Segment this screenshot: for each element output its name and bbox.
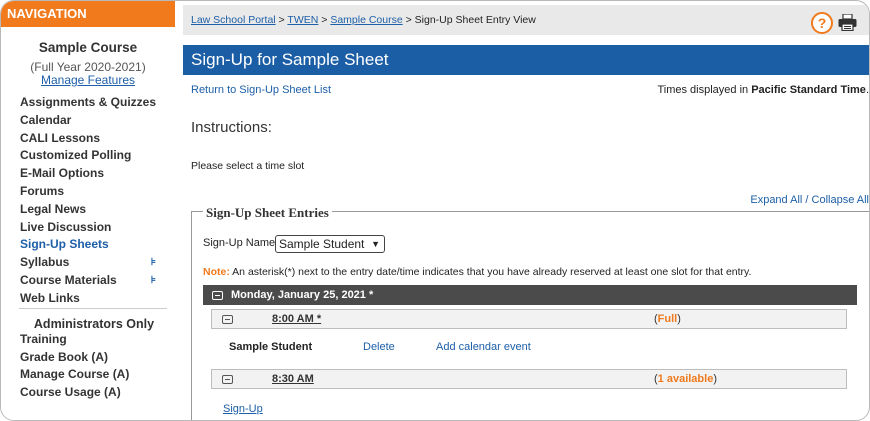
- app-frame: NAVIGATION Sample Course (Full Year 2020…: [0, 0, 870, 421]
- sidebar: NAVIGATION Sample Course (Full Year 2020…: [1, 1, 179, 420]
- sidebar-item-forums[interactable]: Forums: [20, 183, 170, 201]
- nav-list: Assignments & Quizzes Calendar CALI Less…: [20, 94, 170, 308]
- collapse-icon[interactable]: [222, 375, 233, 384]
- sidebar-item-course-usage[interactable]: Course Usage (A): [20, 384, 129, 402]
- manage-features-link[interactable]: Manage Features: [1, 73, 175, 87]
- asterisk-note: Note: An asterisk(*) next to the entry d…: [203, 266, 751, 278]
- tree-icon[interactable]: ⊧: [151, 254, 156, 272]
- slot-status-value: 1 available: [657, 373, 714, 385]
- delete-link[interactable]: Delete: [363, 341, 395, 353]
- slot-star: *: [313, 313, 322, 325]
- divider: [19, 308, 167, 309]
- slot-time-link[interactable]: 8:30 AM: [272, 370, 314, 388]
- sidebar-item-assignments[interactable]: Assignments & Quizzes: [20, 94, 170, 112]
- sidebar-item-customized-polling[interactable]: Customized Polling: [20, 147, 170, 165]
- day-label: Monday, January 25, 2021 *: [231, 289, 374, 301]
- sidebar-item-calendar[interactable]: Calendar: [20, 112, 170, 130]
- expand-collapse-link[interactable]: Expand All / Collapse All: [750, 194, 869, 206]
- sidebar-item-course-materials[interactable]: Course Materials ⊧: [20, 272, 170, 290]
- timezone-name: Pacific Standard Time: [751, 84, 866, 96]
- timezone-note: Times displayed in Pacific Standard Time…: [657, 84, 869, 96]
- breadcrumb-link-course[interactable]: Sample Course: [330, 14, 402, 26]
- timezone-suffix: .: [865, 84, 869, 96]
- breadcrumb-separator: >: [275, 14, 288, 26]
- sidebar-item-cali-lessons[interactable]: CALI Lessons: [20, 130, 170, 148]
- top-bar: Law School Portal > TWEN > Sample Course…: [183, 5, 869, 35]
- sidebar-item-training[interactable]: Training: [20, 331, 129, 349]
- sidebar-item-signup-sheets[interactable]: Sign-Up Sheets: [20, 236, 170, 254]
- sidebar-item-label: Course Materials: [20, 272, 117, 287]
- breadcrumb-link-twen[interactable]: TWEN: [287, 14, 318, 26]
- sidebar-item-web-links[interactable]: Web Links: [20, 290, 170, 308]
- time-slot-row: 8:30 AM (1 available): [211, 369, 847, 389]
- sidebar-item-label: Syllabus: [20, 255, 70, 270]
- breadcrumb-separator: >: [318, 14, 331, 26]
- day-header[interactable]: Monday, January 25, 2021 *: [203, 285, 857, 305]
- slot-time: 8:00 AM: [272, 313, 314, 325]
- slot-status: (1 available): [654, 373, 717, 385]
- timezone-prefix: Times displayed in: [657, 84, 752, 96]
- tree-icon[interactable]: ⊧: [151, 272, 156, 290]
- breadcrumb: Law School Portal > TWEN > Sample Course…: [191, 14, 536, 26]
- sidebar-item-syllabus[interactable]: Syllabus ⊧: [20, 254, 170, 272]
- sidebar-item-grade-book[interactable]: Grade Book (A): [20, 349, 129, 367]
- page-title: Sign-Up for Sample Sheet: [183, 45, 869, 75]
- slot-status-value: Full: [657, 313, 678, 325]
- slot-status: (Full): [654, 313, 681, 325]
- signup-name-label: Sign-Up Name:: [203, 237, 279, 249]
- course-term: (Full Year 2020-2021): [30, 60, 146, 74]
- add-calendar-event-link[interactable]: Add calendar event: [436, 341, 531, 353]
- sidebar-item-live-discussion[interactable]: Live Discussion: [20, 219, 170, 237]
- collapse-icon[interactable]: [222, 315, 233, 324]
- main-content: Law School Portal > TWEN > Sample Course…: [183, 1, 869, 420]
- breadcrumb-separator: >: [402, 14, 415, 26]
- time-slot-row: 8:00 AM * (Full): [211, 309, 847, 329]
- return-to-list-link[interactable]: Return to Sign-Up Sheet List: [191, 84, 331, 96]
- signup-name-select[interactable]: Sample Student ▼: [275, 235, 385, 253]
- admin-list: Training Grade Book (A) Manage Course (A…: [20, 331, 129, 401]
- chevron-down-icon: ▼: [371, 239, 380, 249]
- signup-name-value: Sample Student: [279, 237, 365, 251]
- help-icon[interactable]: ?: [811, 12, 833, 34]
- admin-section-title: Administrators Only: [33, 317, 155, 331]
- note-label: Note:: [203, 266, 230, 278]
- instructions-text: Please select a time slot: [191, 160, 305, 172]
- breadcrumb-current: Sign-Up Sheet Entry View: [414, 14, 536, 26]
- sidebar-item-email-options[interactable]: E-Mail Options: [20, 165, 170, 183]
- note-text: An asterisk(*) next to the entry date/ti…: [229, 266, 752, 278]
- attendee-name: Sample Student: [229, 341, 313, 353]
- slot-time-link[interactable]: 8:00 AM *: [272, 310, 321, 328]
- sidebar-item-legal-news[interactable]: Legal News: [20, 201, 170, 219]
- printer-icon[interactable]: [838, 14, 857, 31]
- collapse-icon[interactable]: [212, 291, 223, 300]
- instructions-heading: Instructions:: [191, 119, 272, 136]
- signup-entries-legend: Sign-Up Sheet Entries: [203, 205, 332, 221]
- course-title: Sample Course: [38, 40, 138, 55]
- slot-time: 8:30 AM: [272, 373, 314, 385]
- nav-header: NAVIGATION: [1, 1, 175, 27]
- breadcrumb-link-portal[interactable]: Law School Portal: [191, 14, 276, 26]
- sidebar-item-manage-course[interactable]: Manage Course (A): [20, 366, 129, 384]
- signup-link[interactable]: Sign-Up: [223, 403, 263, 415]
